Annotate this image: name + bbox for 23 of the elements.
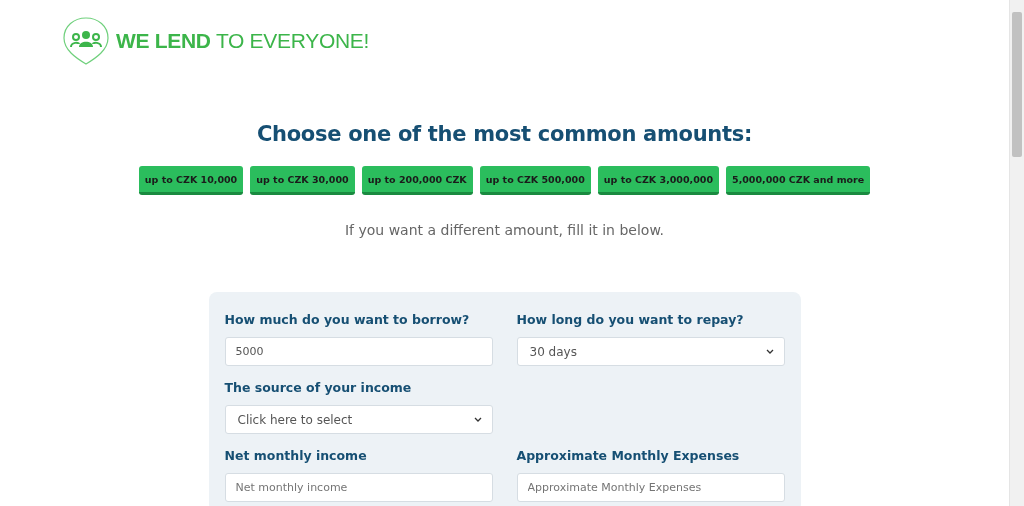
heading: Choose one of the most common amounts: [257, 122, 752, 146]
input-field[interactable]: 5000 [224, 337, 493, 366]
field-label: Approximate Monthly Expenses [516, 448, 741, 463]
chevron-icon [765, 349, 774, 354]
chevron-icon [473, 417, 482, 422]
amount-button[interactable]: up to CZK 500,000 [479, 166, 591, 195]
field-label: Net monthly income [224, 448, 368, 463]
amount-button[interactable]: up to CZK 10,000 [138, 166, 244, 195]
scrollbar-thumb[interactable] [1012, 12, 1022, 157]
field-label: How long do you want to repay? [516, 312, 745, 327]
input-field[interactable]: Net monthly income [224, 473, 493, 502]
select-field[interactable]: 30 days [516, 337, 785, 366]
amount-button[interactable]: 5,000,000 CZK and more [726, 166, 871, 195]
amount-button[interactable]: up to CZK 3,000,000 [597, 166, 720, 195]
logo-icon [62, 16, 110, 66]
select-field[interactable]: Click here to select [224, 405, 493, 434]
scrollbar[interactable] [1009, 0, 1024, 506]
amount-button[interactable]: up to 200,000 CZK [361, 166, 473, 195]
hint-text: If you want a different amount, fill it in below. [344, 222, 664, 238]
amount-button[interactable]: up to CZK 30,000 [250, 166, 355, 195]
field-label: How much do you want to borrow? [224, 312, 471, 327]
input-field[interactable]: Approximate Monthly Expenses [516, 473, 785, 502]
field-label: The source of your income [224, 380, 413, 395]
